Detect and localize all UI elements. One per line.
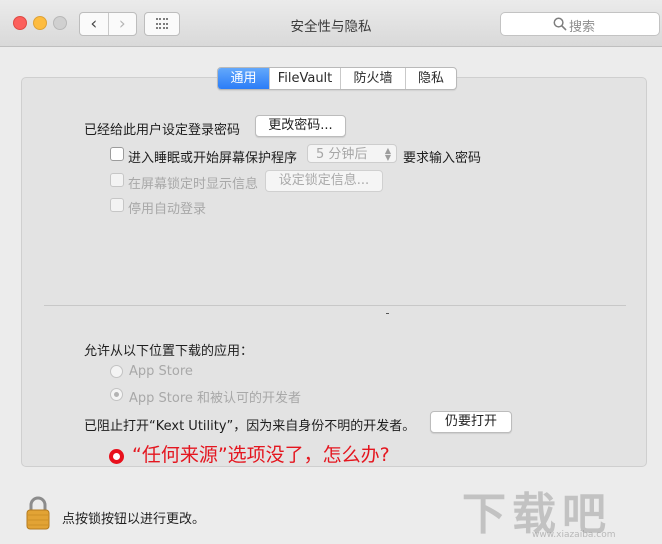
title-bar: ‹ › 安全性与隐私 搜索 bbox=[0, 0, 662, 47]
disable-auto-login-checkbox[interactable] bbox=[110, 198, 124, 212]
radio-app-store[interactable] bbox=[110, 365, 123, 378]
select-arrows-icon: ▲ ▼ bbox=[384, 146, 391, 162]
lock-hint-text: 点按锁按钮以进行更改。 bbox=[62, 512, 206, 527]
sleep-password-checkbox[interactable] bbox=[110, 147, 124, 161]
open-anyway-button[interactable]: 仍要打开 bbox=[430, 411, 512, 433]
red-circle-icon bbox=[109, 449, 124, 464]
sleep-delay-select[interactable]: 5 分钟后 ▲ ▼ bbox=[307, 144, 397, 163]
watermark-logo: 下载吧 www.xiazaiba.com bbox=[462, 478, 662, 544]
sleep-delay-value: 5 分钟后 bbox=[316, 147, 368, 162]
search-icon bbox=[553, 17, 567, 31]
sleep-checkbox-label: 进入睡眠或开始屏幕保护程序 bbox=[128, 151, 298, 166]
tab-bar: 通用 FileVault 防火墙 隐私 bbox=[217, 67, 457, 90]
radio-app-store-identified[interactable] bbox=[110, 388, 123, 401]
radio-app-store-label: App Store bbox=[129, 364, 193, 379]
disable-auto-login-label: 停用自动登录 bbox=[128, 202, 207, 217]
blocked-app-message: 已阻止打开“Kext Utility”，因为来自身份不明的开发者。 bbox=[84, 419, 416, 434]
lock-icon[interactable] bbox=[25, 496, 51, 530]
set-lock-message-button[interactable]: 设定锁定信息... bbox=[265, 170, 383, 192]
lock-message-checkbox[interactable] bbox=[110, 173, 124, 187]
search-field[interactable]: 搜索 bbox=[500, 12, 660, 36]
search-placeholder: 搜索 bbox=[569, 20, 596, 35]
change-password-button[interactable]: 更改密码... bbox=[255, 115, 346, 137]
password-label: 已经给此用户设定登录密码 bbox=[84, 123, 241, 138]
require-password-label: 要求输入密码 bbox=[403, 151, 482, 166]
watermark-url: www.xiazaiba.com bbox=[532, 530, 616, 540]
tab-general[interactable]: 通用 bbox=[218, 68, 269, 89]
lock-message-label: 在屏幕锁定时显示信息 bbox=[128, 177, 259, 192]
tab-filevault[interactable]: FileVault bbox=[269, 68, 340, 89]
radio-app-store-identified-label: App Store 和被认可的开发者 bbox=[129, 391, 302, 406]
download-source-heading: 允许从以下位置下载的应用： bbox=[84, 344, 254, 359]
annotation-text: “任何来源”选项没了，怎么办? bbox=[132, 444, 390, 466]
tab-privacy[interactable]: 隐私 bbox=[405, 68, 456, 89]
resize-marker bbox=[386, 313, 389, 314]
tab-firewall[interactable]: 防火墙 bbox=[340, 68, 405, 89]
section-divider bbox=[44, 305, 626, 306]
